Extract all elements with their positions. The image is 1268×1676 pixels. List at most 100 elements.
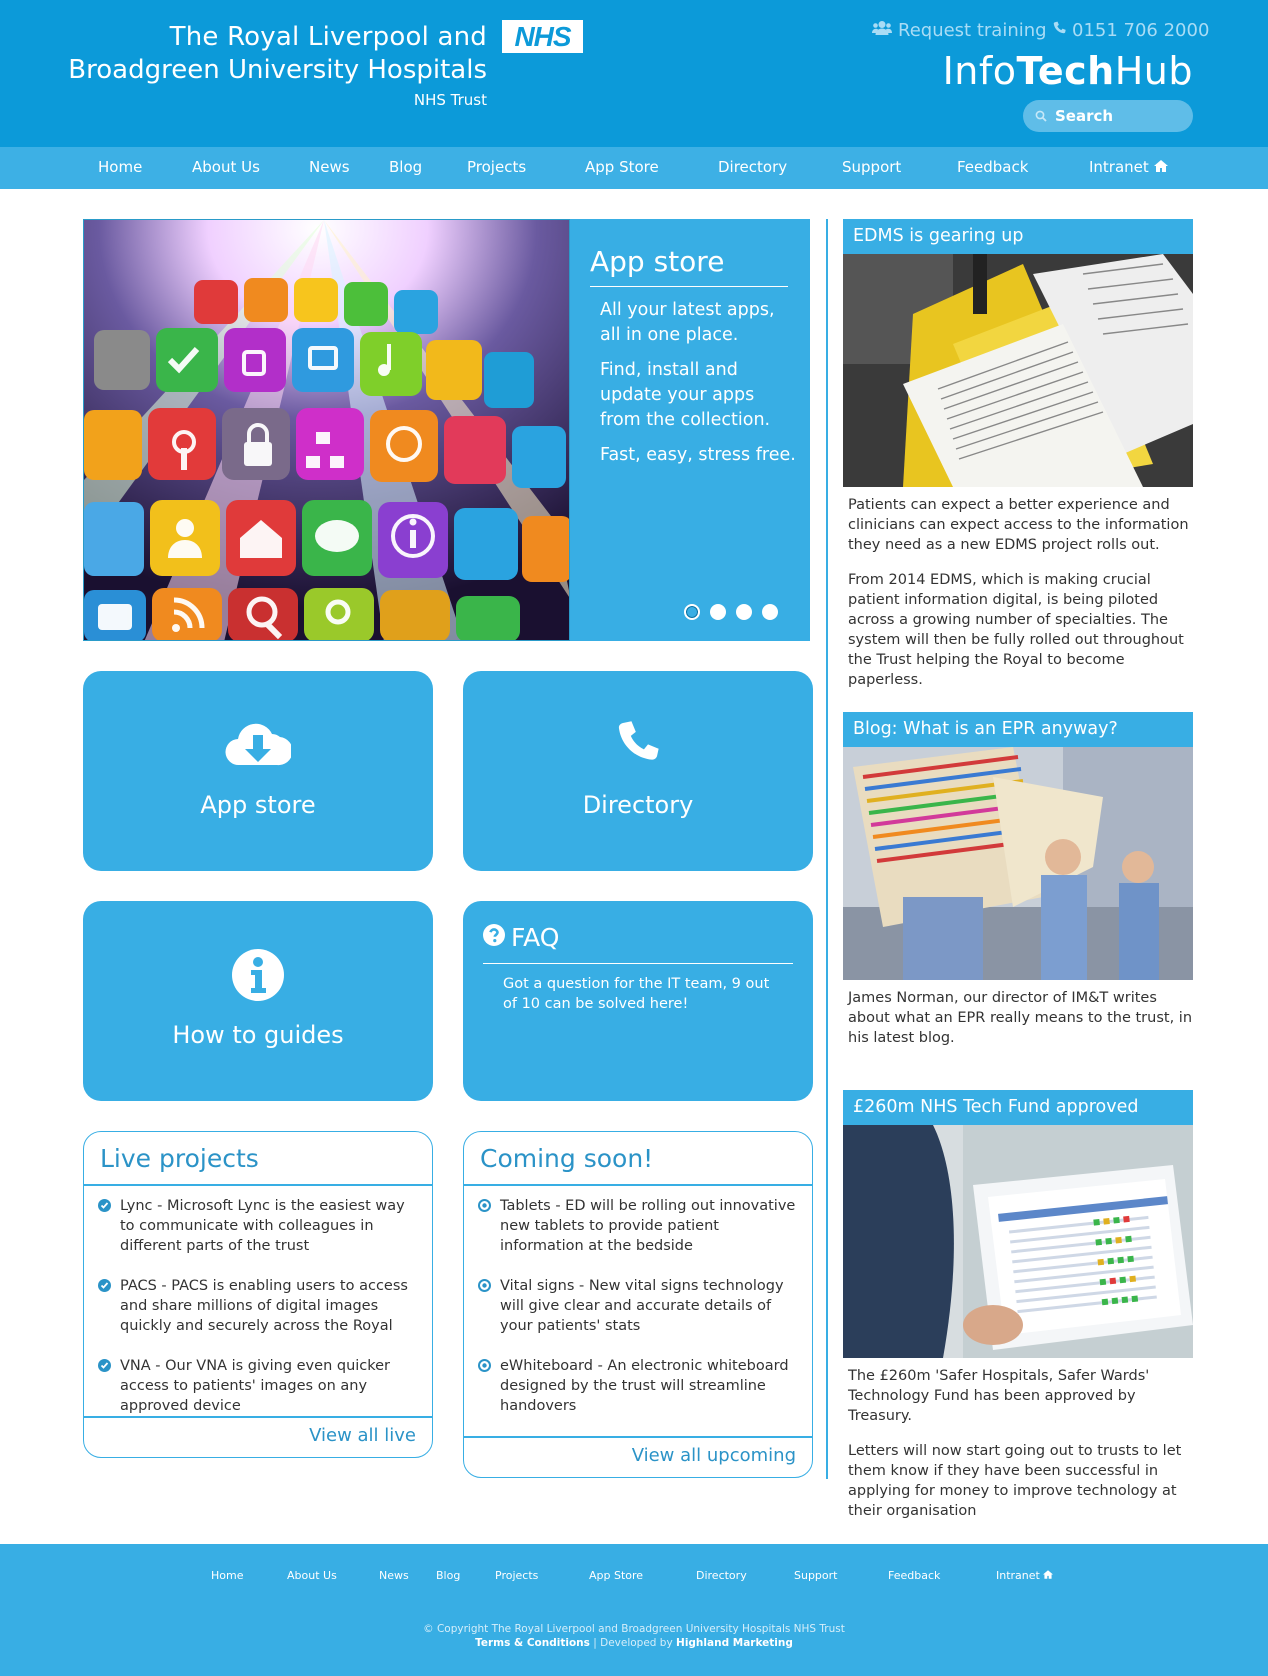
faq-divider xyxy=(483,963,793,964)
slide-title: App store xyxy=(590,245,725,278)
coming-soon-text: Vital signs - New vital signs technology… xyxy=(500,1278,784,1334)
coming-soon-title: Coming soon! xyxy=(480,1144,654,1173)
home-icon xyxy=(1153,158,1168,176)
search-input[interactable] xyxy=(1055,107,1175,125)
news-title-epr-blog[interactable]: Blog: What is an EPR anyway? xyxy=(843,712,1193,747)
news-paragraph: The £260m 'Safer Hospitals, Safer Wards'… xyxy=(848,1368,1150,1424)
copyright-notice: © Copyright The Royal Liverpool and Broa… xyxy=(423,1623,845,1635)
check-circle-icon xyxy=(98,1279,111,1292)
faq-description: Got a question for the IT team, 9 out of… xyxy=(503,976,770,1012)
list-item[interactable]: PACS - PACS is enabling users to access … xyxy=(98,1276,418,1336)
tile-how-to-guides[interactable]: How to guides xyxy=(83,901,433,1101)
site-title-hub: Hub xyxy=(1114,49,1193,93)
coming-soon-list: Tablets - ED will be rolling out innovat… xyxy=(478,1196,798,1436)
live-projects-list: Lync - Microsoft Lync is the easiest way… xyxy=(98,1196,418,1436)
hero-slider[interactable]: App store All your latest apps, all in o… xyxy=(83,219,810,641)
tile-faq[interactable]: FAQ Got a question for the IT team, 9 ou… xyxy=(463,901,813,1101)
question-circle-icon xyxy=(483,923,505,952)
news-title-tech-fund[interactable]: £260m NHS Tech Fund approved xyxy=(843,1090,1193,1125)
slide-image-app-icons-sphere xyxy=(83,219,570,641)
dot-circle-icon xyxy=(478,1279,491,1292)
dot-circle-icon xyxy=(478,1359,491,1372)
info-icon xyxy=(83,949,433,1001)
live-project-text: Lync - Microsoft Lync is the easiest way… xyxy=(120,1198,405,1254)
news-title-edms[interactable]: EDMS is gearing up xyxy=(843,219,1193,254)
view-all-live-link[interactable]: View all live xyxy=(309,1425,416,1446)
nav-intranet-label: Intranet xyxy=(1089,158,1149,176)
live-projects-panel: Live projects Lync - Microsoft Lync is t… xyxy=(83,1131,433,1458)
nav-app-store[interactable]: App Store xyxy=(585,158,659,176)
org-name-line2[interactable]: Broadgreen University Hospitals xyxy=(68,55,487,85)
slide-divider xyxy=(590,286,788,287)
nav-projects[interactable]: Projects xyxy=(467,158,526,176)
developed-by-label: Developed by xyxy=(600,1637,673,1649)
list-item[interactable]: Vital signs - New vital signs technology… xyxy=(478,1276,798,1336)
phone-label: 0151 706 2000 xyxy=(1072,20,1210,41)
slider-dot-3[interactable] xyxy=(736,604,752,620)
terms-link[interactable]: Terms & Conditions xyxy=(475,1637,590,1649)
slide-text-1: All your latest apps, all in one place. xyxy=(600,300,775,345)
developer-link[interactable]: Highland Marketing xyxy=(676,1637,793,1649)
news-text-epr-blog: James Norman, our director of IM&T write… xyxy=(848,988,1193,1063)
request-training-link[interactable]: Request training xyxy=(872,20,1047,41)
search-icon xyxy=(1035,107,1047,126)
nav-support[interactable]: Support xyxy=(842,158,901,176)
news-paragraph: James Norman, our director of IM&T write… xyxy=(848,990,1193,1046)
live-projects-foot-divider xyxy=(84,1416,432,1418)
live-projects-title: Live projects xyxy=(100,1144,259,1173)
org-name-line1[interactable]: The Royal Liverpool and xyxy=(170,22,487,52)
footer-nav-home[interactable]: Home xyxy=(211,1569,243,1582)
news-paragraph: Patients can expect a better experience … xyxy=(848,497,1189,553)
nav-about-us[interactable]: About Us xyxy=(192,158,260,176)
nav-feedback[interactable]: Feedback xyxy=(957,158,1028,176)
coming-soon-panel: Coming soon! Tablets - ED will be rollin… xyxy=(463,1131,813,1478)
footer-nav-app-store[interactable]: App Store xyxy=(589,1569,643,1582)
list-item[interactable]: Tablets - ED will be rolling out innovat… xyxy=(478,1196,798,1256)
list-item[interactable]: Lync - Microsoft Lync is the easiest way… xyxy=(98,1196,418,1256)
tile-app-store-label: App store xyxy=(200,791,316,819)
news-text-edms: Patients can expect a better experience … xyxy=(848,495,1193,705)
footer-nav-projects[interactable]: Projects xyxy=(495,1569,538,1582)
footer-nav-news[interactable]: News xyxy=(379,1569,409,1582)
phone-number[interactable]: 0151 706 2000 xyxy=(1052,20,1209,41)
cloud-download-icon xyxy=(83,719,433,769)
column-divider xyxy=(826,219,828,1479)
search-box[interactable] xyxy=(1023,100,1193,132)
slider-dot-1[interactable] xyxy=(684,604,700,620)
nav-blog[interactable]: Blog xyxy=(389,158,422,176)
nav-directory[interactable]: Directory xyxy=(718,158,787,176)
live-project-text: VNA - Our VNA is giving even quicker acc… xyxy=(120,1358,391,1414)
nhs-logo-text: NHS xyxy=(514,20,571,52)
site-title-tech: Tech xyxy=(1016,49,1115,93)
list-item[interactable]: VNA - Our VNA is giving even quicker acc… xyxy=(98,1356,418,1416)
site-title[interactable]: InfoTechHub xyxy=(943,49,1193,93)
request-training-label: Request training xyxy=(898,20,1047,41)
coming-soon-foot-divider xyxy=(464,1436,812,1438)
news-image-files-nurses[interactable] xyxy=(843,747,1193,980)
nav-intranet[interactable]: Intranet xyxy=(1089,158,1168,176)
list-item[interactable]: eWhiteboard - An electronic whiteboard d… xyxy=(478,1356,798,1416)
site-footer: Home About Us News Blog Projects App Sto… xyxy=(0,1544,1268,1676)
footer-nav-about-us[interactable]: About Us xyxy=(287,1569,337,1582)
view-all-upcoming-link[interactable]: View all upcoming xyxy=(632,1445,796,1466)
tile-directory[interactable]: Directory xyxy=(463,671,813,871)
footer-nav-blog[interactable]: Blog xyxy=(436,1569,460,1582)
slider-dot-4[interactable] xyxy=(762,604,778,620)
footer-nav-directory[interactable]: Directory xyxy=(696,1569,747,1582)
news-paragraph: From 2014 EDMS, which is making crucial … xyxy=(848,572,1184,688)
org-name-line3[interactable]: NHS Trust xyxy=(414,91,487,109)
tile-how-to-label: How to guides xyxy=(172,1021,344,1049)
nav-home[interactable]: Home xyxy=(98,158,142,176)
news-image-tablet[interactable] xyxy=(843,1125,1193,1358)
news-image-documents[interactable] xyxy=(843,254,1193,487)
home-icon xyxy=(1042,1569,1053,1582)
footer-nav-support[interactable]: Support xyxy=(794,1569,837,1582)
nav-news[interactable]: News xyxy=(309,158,350,176)
footer-nav-feedback[interactable]: Feedback xyxy=(888,1569,940,1582)
news-paragraph: Letters will now start going out to trus… xyxy=(848,1443,1182,1519)
footer-nav-intranet[interactable]: Intranet xyxy=(996,1569,1053,1582)
tile-app-store[interactable]: App store xyxy=(83,671,433,871)
nhs-logo[interactable]: NHS xyxy=(502,20,583,53)
coming-soon-text: Tablets - ED will be rolling out innovat… xyxy=(500,1198,796,1254)
slider-dot-2[interactable] xyxy=(710,604,726,620)
